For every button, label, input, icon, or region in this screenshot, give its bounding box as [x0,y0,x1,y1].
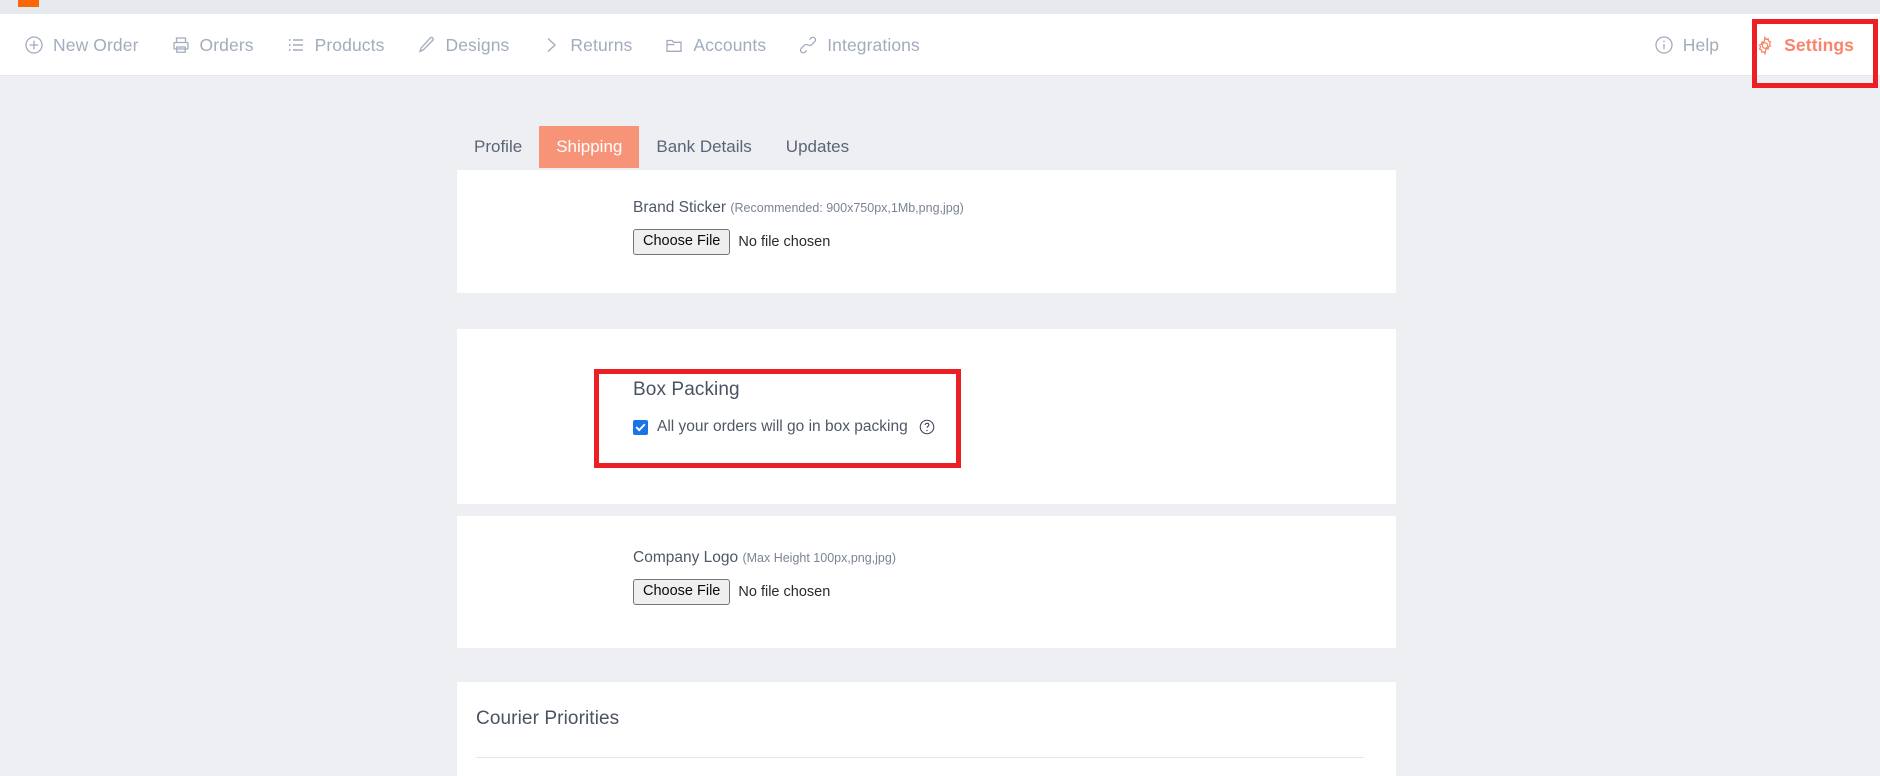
box-packing-card: Box Packing All your orders will go in b… [457,329,1396,504]
box-packing-checkbox[interactable] [633,419,648,435]
company-logo-label: Company Logo (Max Height 100px,png,jpg) [633,549,896,567]
question-circle-icon[interactable] [919,419,935,435]
company-logo-field: Company Logo (Max Height 100px,png,jpg) … [633,549,896,605]
nav-label-orders: Orders [199,34,254,55]
tab-shipping[interactable]: Shipping [539,126,640,168]
nav-label-help: Help [1682,34,1720,55]
brand-sticker-label-text: Brand Sticker [633,199,727,216]
folder-icon [664,35,684,55]
nav-item-products[interactable]: Products [270,14,401,76]
box-packing-section: Box Packing All your orders will go in b… [633,379,935,436]
nav-item-integrations[interactable]: Integrations [782,14,936,76]
browser-top-strip [0,0,1880,14]
box-packing-checkbox-label: All your orders will go in box packing [657,418,908,435]
printer-icon [171,35,191,55]
company-logo-choose-file-button[interactable]: Choose File [633,579,731,605]
tab-updates[interactable]: Updates [769,126,866,168]
company-logo-card: Company Logo (Max Height 100px,png,jpg) … [457,516,1396,648]
box-packing-title: Box Packing [633,379,740,400]
nav-item-designs[interactable]: Designs [400,14,525,76]
settings-tabs: Profile Shipping Bank Details Updates [457,126,866,168]
settings-page: Profile Shipping Bank Details Updates Br… [0,76,1880,776]
tab-label-bank-details: Bank Details [656,137,752,156]
tab-label-profile: Profile [474,137,523,156]
nav-item-returns[interactable]: Returns [525,14,648,76]
courier-priorities-card: Courier Priorities drag and drop to reor… [457,682,1396,776]
company-logo-file-status: No file chosen [738,583,831,600]
nav-label-accounts: Accounts [693,34,767,55]
box-packing-checkbox-row[interactable]: All your orders will go in box packing [633,418,935,436]
pencil-icon [416,35,436,55]
nav-item-settings[interactable]: Settings [1737,14,1872,76]
nav-label-products: Products [314,34,385,55]
nav-item-orders[interactable]: Orders [155,14,270,76]
nav-item-new-order[interactable]: New Order [8,14,155,76]
brand-sticker-label: Brand Sticker (Recommended: 900x750px,1M… [633,199,964,217]
company-logo-hint: (Max Height 100px,png,jpg) [742,551,896,565]
courier-priorities-divider [476,757,1364,758]
brand-sticker-card: Brand Sticker (Recommended: 900x750px,1M… [457,170,1396,293]
brand-sticker-field: Brand Sticker (Recommended: 900x750px,1M… [633,199,964,255]
company-logo-file-row: Choose File No file chosen [633,579,896,605]
nav-label-settings: Settings [1784,34,1854,55]
brand-sticker-file-row: Choose File No file chosen [633,229,964,255]
nav-label-designs: Designs [445,34,510,55]
main-navbar: New Order Orders Products Designs Return… [0,14,1880,76]
nav-label-returns: Returns [570,34,633,55]
plus-circle-icon [24,35,44,55]
nav-item-accounts[interactable]: Accounts [648,14,782,76]
tab-label-shipping: Shipping [556,137,623,156]
navbar-primary-links: New Order Orders Products Designs Return… [8,14,936,76]
link-icon [798,35,818,55]
brand-sticker-choose-file-button[interactable]: Choose File [633,229,731,255]
brand-sticker-file-status: No file chosen [738,233,831,250]
chevron-right-icon [541,35,561,55]
company-logo-label-text: Company Logo [633,549,739,566]
tab-bank-details[interactable]: Bank Details [639,126,768,168]
tab-label-updates: Updates [785,137,850,156]
nav-label-integrations: Integrations [827,34,920,55]
nav-label-new-order: New Order [53,34,139,55]
navbar-secondary-links: Help Settings [1636,14,1880,76]
gear-icon [1755,35,1775,55]
courier-priorities-title: Courier Priorities [476,708,620,729]
brand-sticker-hint: (Recommended: 900x750px,1Mb,png,jpg) [730,201,964,215]
app-accent-marker [18,0,39,7]
nav-item-help[interactable]: Help [1636,14,1737,76]
info-circle-icon [1654,35,1674,55]
list-icon [286,35,306,55]
tab-profile[interactable]: Profile [457,126,539,168]
